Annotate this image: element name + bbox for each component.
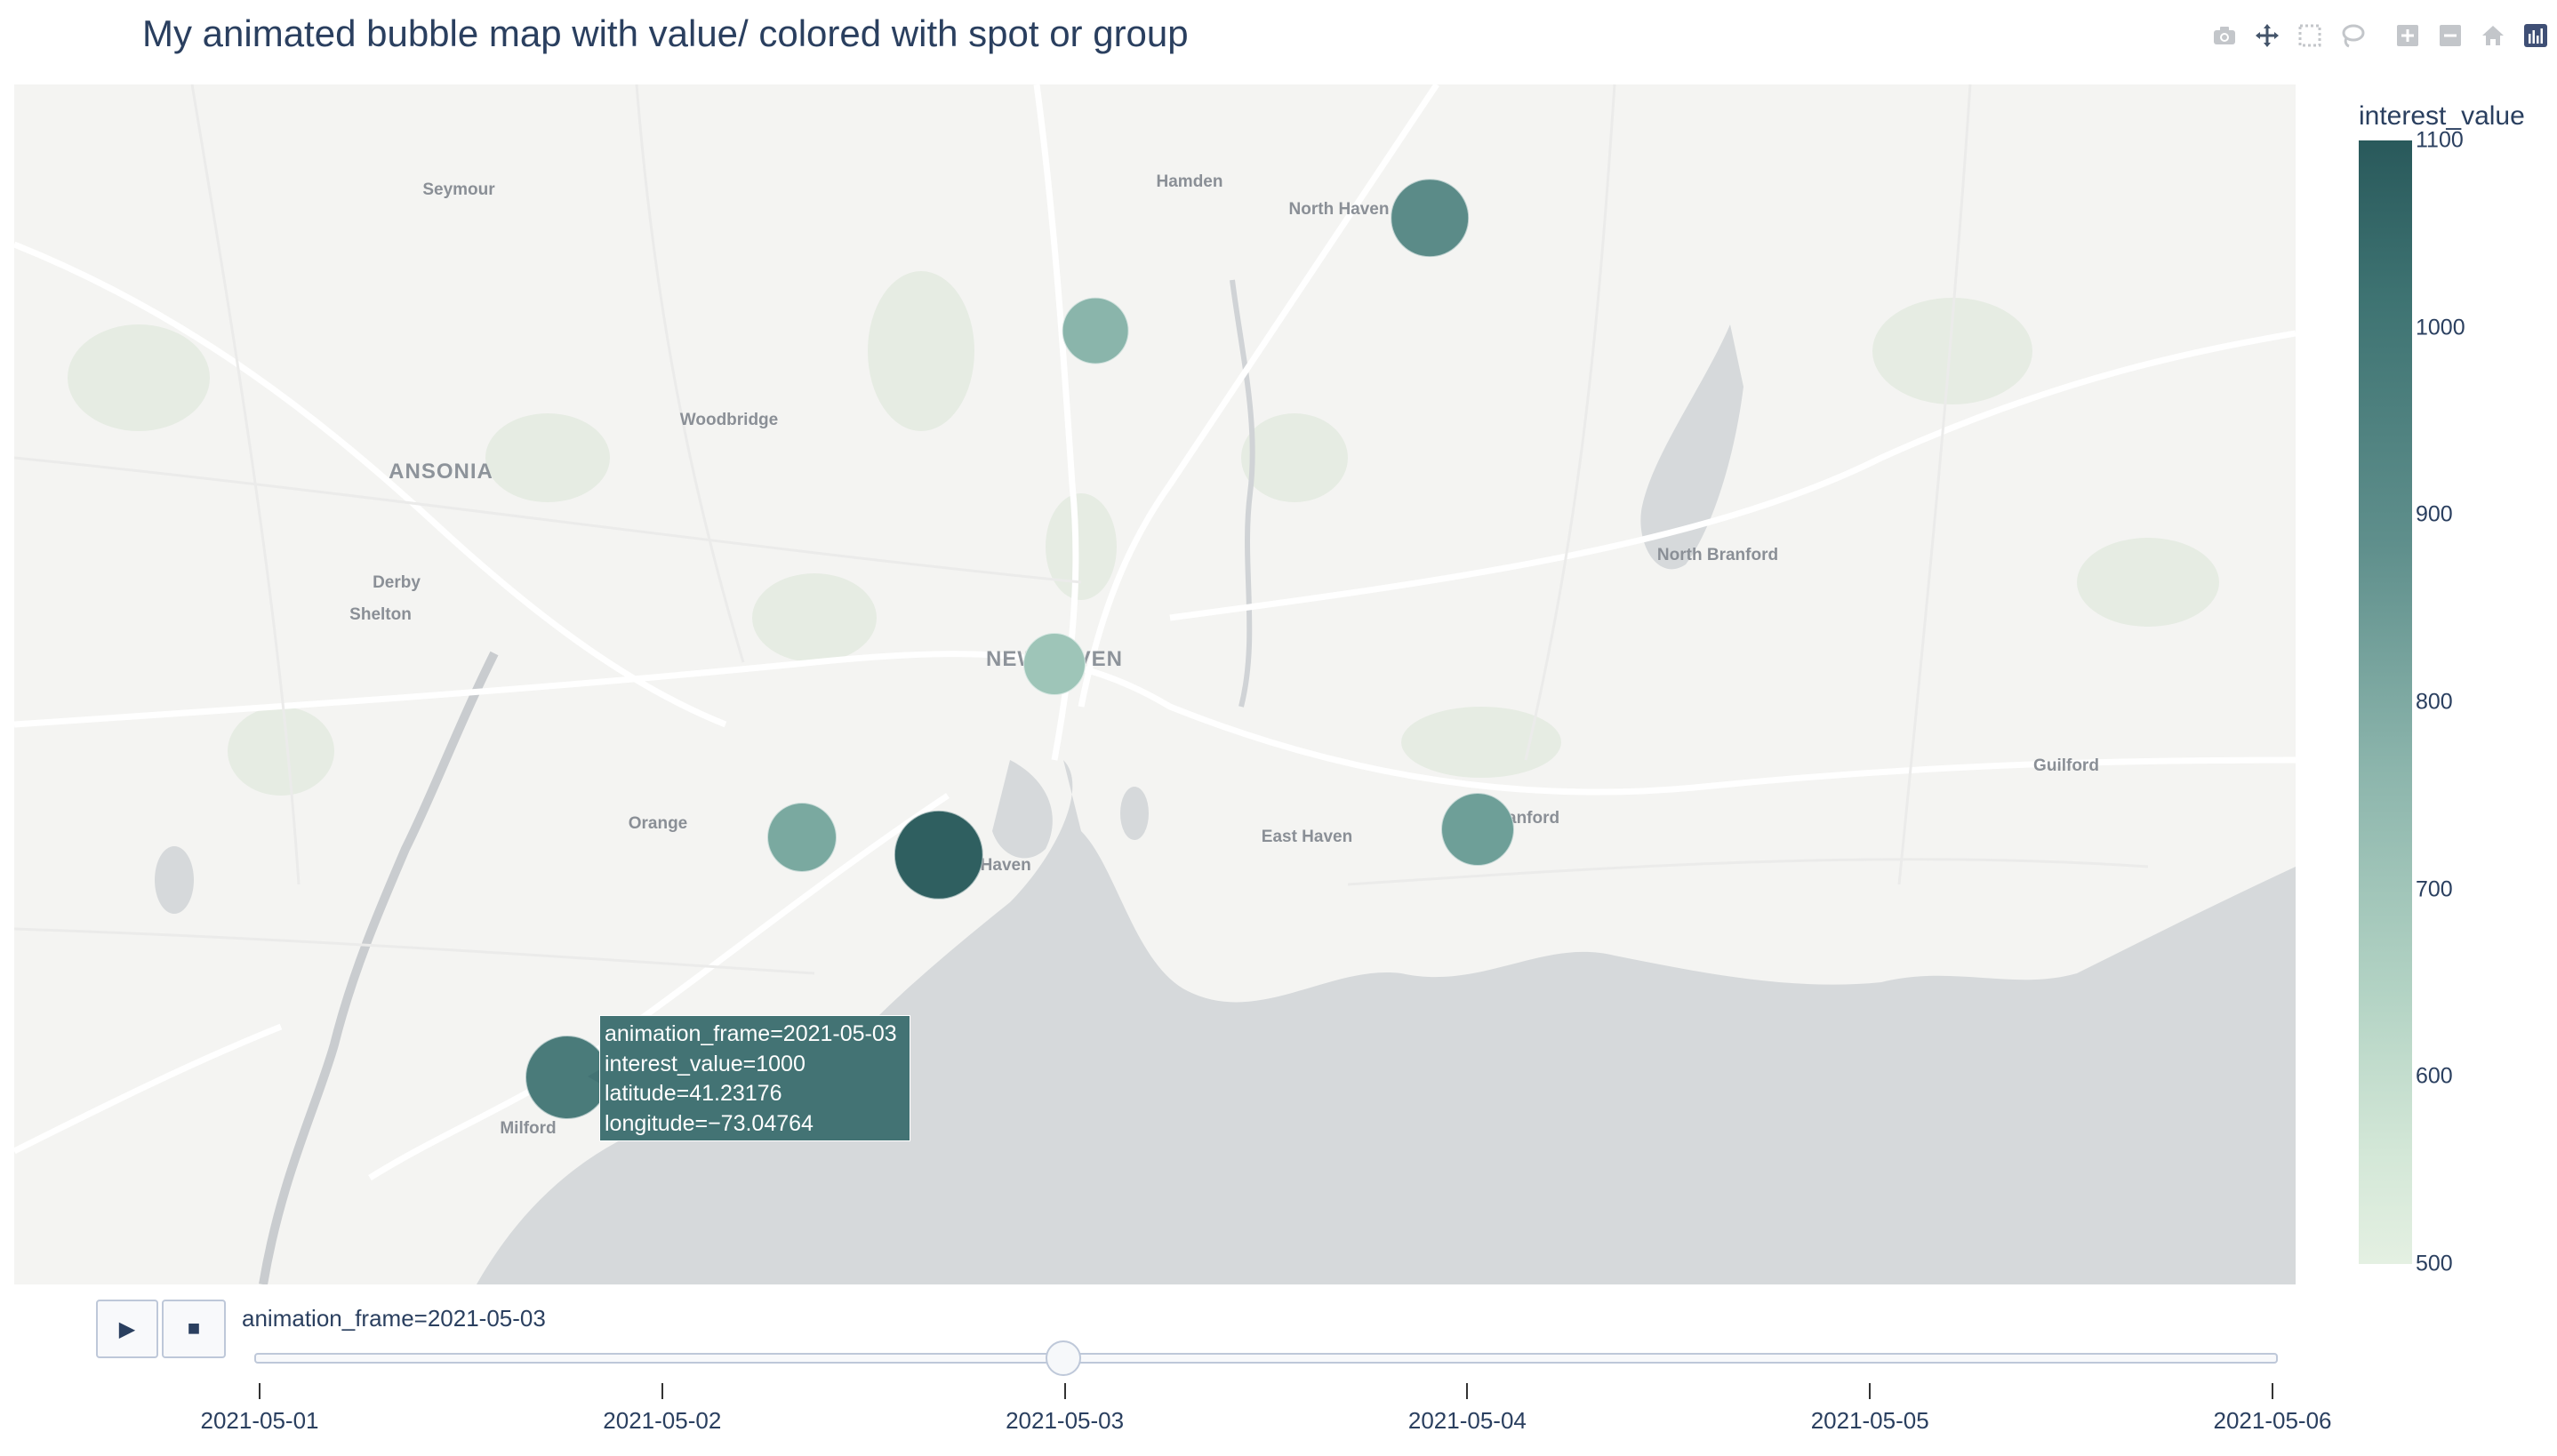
place-label: Guilford [2033, 756, 2099, 775]
colorbar-tick-label: 600 [2416, 1063, 2453, 1089]
slider-tick-label[interactable]: 2021-05-01 [201, 1407, 319, 1435]
map-bubble[interactable] [894, 810, 984, 900]
slider-tick [1869, 1383, 1872, 1399]
place-label: East Haven [1261, 828, 1353, 846]
slider-tick [1466, 1383, 1469, 1399]
colorbar [2359, 140, 2412, 1264]
slider-tick-label[interactable]: 2021-05-02 [603, 1407, 721, 1435]
colorbar-tick-label: 500 [2416, 1251, 2453, 1276]
slider-tick-label[interactable]: 2021-05-04 [1408, 1407, 1527, 1435]
chart-title: My animated bubble map with value/ color… [142, 12, 1189, 54]
map-bubble[interactable] [1062, 297, 1129, 364]
box-select-icon[interactable] [2288, 16, 2331, 55]
slider-tick [2272, 1383, 2273, 1399]
place-label: North Haven [1288, 200, 1390, 219]
home-icon[interactable] [2472, 16, 2514, 55]
map-basemap [14, 84, 2296, 1284]
colorbar-tick-label: 700 [2416, 876, 2453, 902]
place-label: Milford [500, 1119, 557, 1138]
zoom-in-icon[interactable] [2386, 16, 2429, 55]
tooltip-pointer [588, 1069, 600, 1084]
place-label: Hamden [1156, 172, 1223, 191]
hover-tooltip: animation_frame=2021-05-03 interest_valu… [599, 1015, 910, 1141]
map-bubble[interactable] [1391, 179, 1469, 257]
tooltip-line: longitude=−73.04764 [605, 1110, 814, 1136]
lasso-icon[interactable] [2331, 16, 2374, 55]
map-bubble[interactable] [1023, 633, 1086, 695]
stop-button[interactable]: ■ [162, 1300, 226, 1358]
tooltip-line: interest_value=1000 [605, 1051, 806, 1076]
slider-rail[interactable] [254, 1353, 2278, 1364]
play-button[interactable]: ▶ [96, 1300, 158, 1358]
map-bubble[interactable] [767, 803, 837, 872]
tooltip-line: animation_frame=2021-05-03 [605, 1021, 897, 1046]
place-label: Woodbridge [679, 411, 779, 429]
pan-icon[interactable] [2246, 16, 2288, 55]
place-label: North Branford [1656, 546, 1779, 564]
place-label: Shelton [349, 605, 412, 624]
place-label: Orange [628, 814, 688, 833]
place-label: Seymour [422, 180, 495, 199]
tooltip-line: latitude=41.23176 [605, 1081, 782, 1106]
place-label: ANSONIA [389, 460, 493, 484]
slider-tick [1063, 1383, 1066, 1399]
slider-handle[interactable] [1046, 1340, 1081, 1376]
colorbar-tick-label: 800 [2416, 689, 2453, 715]
slider-tick [661, 1383, 663, 1399]
slider-tick-label[interactable]: 2021-05-05 [1811, 1407, 1929, 1435]
map-bubble[interactable] [1441, 793, 1514, 866]
modebar [2203, 16, 2557, 55]
colorbar-tick-label: 900 [2416, 501, 2453, 527]
camera-icon[interactable] [2203, 16, 2246, 55]
map-area[interactable]: Seymour Hamden North Haven Woodbridge ANSONI… [14, 84, 2296, 1284]
colorbar-tick-label: 1000 [2416, 315, 2465, 340]
colorbar-tick-label: 1100 [2416, 127, 2464, 153]
slider-tick-label[interactable]: 2021-05-06 [2214, 1407, 2332, 1435]
place-label: Derby [373, 573, 421, 592]
slider-tick [259, 1383, 261, 1399]
slider-current-value: animation_frame=2021-05-03 [242, 1305, 546, 1332]
zoom-out-icon[interactable] [2429, 16, 2472, 55]
plotly-logo-icon[interactable] [2514, 16, 2557, 55]
slider-tick-label[interactable]: 2021-05-03 [1006, 1407, 1124, 1435]
